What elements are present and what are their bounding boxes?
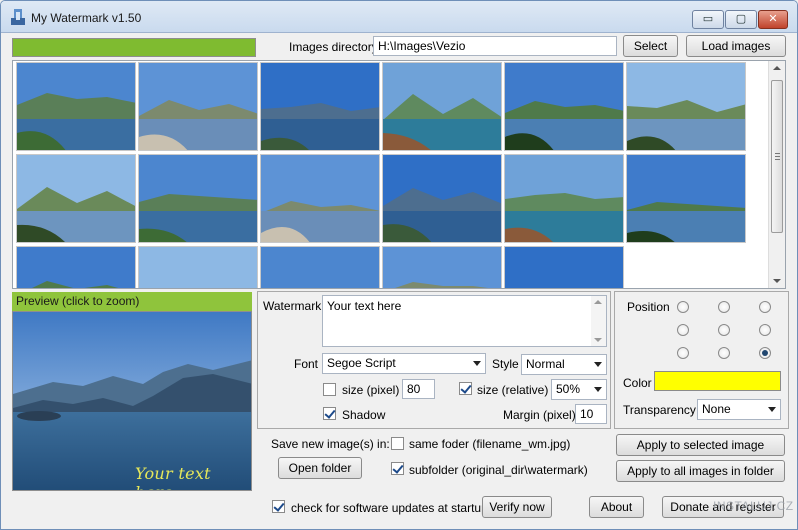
font-select[interactable]: Segoe Script [322, 353, 486, 374]
stone-wall-photo[interactable] [138, 246, 258, 288]
maximize-button[interactable]: ▢ [725, 10, 757, 29]
lake-island-photo[interactable] [16, 154, 136, 243]
size-relative-value: 50% [556, 382, 581, 396]
progress-fill [13, 39, 255, 56]
cypress-lake-photo[interactable] [260, 62, 380, 151]
position-radio-top-center[interactable] [718, 301, 730, 313]
size-pixel-checkbox[interactable] [323, 383, 336, 396]
preview-heading: Preview (click to zoom) [12, 292, 252, 311]
position-radio-middle-right[interactable] [759, 324, 771, 336]
margin-label: Margin (pixel) [503, 408, 576, 422]
scrollbar-thumb[interactable] [771, 80, 783, 233]
scroll-down-icon[interactable] [773, 279, 781, 283]
position-radio-bottom-center[interactable] [718, 347, 730, 359]
updates-checkbox[interactable] [272, 500, 285, 513]
ruin-wall-photo[interactable] [382, 246, 502, 288]
hill-trees-photo[interactable] [260, 154, 380, 243]
site-watermark: INSTALUJ.CZ [713, 499, 794, 513]
watermark-text-input[interactable]: Your text here [322, 295, 607, 347]
style-select-value: Normal [526, 357, 565, 371]
wide-lake-photo[interactable] [626, 154, 746, 243]
transparency-value: None [702, 402, 731, 416]
subfolder-checkbox[interactable] [391, 462, 404, 475]
statue-cypress-photo[interactable] [626, 62, 746, 151]
thumbnail-gallery[interactable] [12, 60, 786, 289]
gate-view-photo[interactable] [382, 154, 502, 243]
load-images-button[interactable]: Load images [686, 35, 786, 57]
select-button[interactable]: Select [623, 35, 678, 57]
size-relative-checkbox[interactable] [459, 382, 472, 395]
apply-all-button[interactable]: Apply to all images in folder [616, 460, 785, 482]
preview-image[interactable]: Your text here [12, 311, 252, 491]
maximize-icon: ▢ [735, 13, 747, 25]
position-radio-top-left[interactable] [677, 301, 689, 313]
minimize-icon: ▭ [702, 13, 714, 25]
position-radio-bottom-left[interactable] [677, 347, 689, 359]
scroll-up-icon[interactable] [594, 300, 602, 304]
position-radio-center[interactable] [718, 324, 730, 336]
about-button[interactable]: About [589, 496, 644, 518]
size-relative-label: size (relative) [477, 383, 549, 397]
position-label: Position [627, 300, 670, 314]
sky-lake-photo[interactable] [260, 246, 380, 288]
size-pixel-input[interactable]: 80 [402, 379, 435, 399]
color-label: Color [623, 376, 652, 390]
grip-line [775, 153, 780, 154]
position-radio-top-right[interactable] [759, 301, 771, 313]
blue-lake-photo[interactable] [504, 246, 624, 288]
app-window: My Watermark v1.50 ▭ ▢ ✕ Images director… [0, 0, 798, 530]
minimize-button[interactable]: ▭ [692, 10, 724, 29]
coast-town-photo[interactable] [504, 154, 624, 243]
castle-wall-photo[interactable] [138, 154, 258, 243]
size-relative-select[interactable]: 50% [551, 379, 607, 400]
subfolder-label: subfolder (original_dir\watermark) [409, 463, 588, 477]
chevron-down-icon [594, 387, 602, 392]
hill-slope-photo[interactable] [16, 246, 136, 288]
lake-bay-photo[interactable] [16, 62, 136, 151]
open-folder-button[interactable]: Open folder [278, 457, 362, 479]
apply-selected-button[interactable]: Apply to selected image [616, 434, 785, 456]
position-radio-middle-left[interactable] [677, 324, 689, 336]
style-select[interactable]: Normal [521, 354, 607, 375]
watermark-label: Watermark [263, 299, 322, 313]
watermark-text-value: Your text here [327, 299, 402, 313]
watermark-text-scrollbar[interactable] [591, 296, 606, 346]
save-label: Save new image(s) in: [271, 437, 390, 451]
shadow-checkbox[interactable] [323, 407, 336, 420]
font-select-value: Segoe Script [327, 356, 396, 370]
position-radio-bottom-right[interactable] [759, 347, 771, 359]
close-button[interactable]: ✕ [758, 10, 788, 29]
same-folder-checkbox[interactable] [391, 437, 404, 450]
window-title: My Watermark v1.50 [31, 11, 142, 25]
shadow-label: Shadow [342, 408, 386, 422]
images-directory-label: Images directory [289, 40, 378, 54]
scroll-down-icon[interactable] [594, 338, 602, 342]
size-pixel-label: size (pixel) [342, 383, 400, 397]
load-progress-bar [12, 38, 256, 57]
transparency-select[interactable]: None [697, 399, 781, 420]
title-bar[interactable]: My Watermark v1.50 ▭ ▢ ✕ [1, 1, 797, 33]
chevron-down-icon [473, 361, 481, 366]
transparency-label: Transparency [623, 403, 696, 417]
watermark-color-swatch[interactable] [654, 371, 781, 391]
chevron-down-icon [594, 362, 602, 367]
preview-watermark-text: Your text here [135, 464, 211, 490]
gallery-scrollbar[interactable] [768, 61, 785, 288]
app-icon [11, 9, 25, 25]
font-label: Font [294, 357, 319, 371]
close-icon: ✕ [768, 13, 778, 25]
same-folder-label: same foder (filename_wm.jpg) [409, 437, 571, 451]
tree-terrace-photo[interactable] [138, 62, 258, 151]
grip-line [775, 156, 780, 157]
mountain-lake-photo[interactable] [504, 62, 624, 151]
updates-label: check for software updates at startup [291, 501, 488, 515]
images-directory-input[interactable]: H:\Images\Vezio [373, 36, 617, 56]
village-shore-photo[interactable] [382, 62, 502, 151]
scroll-up-icon[interactable] [773, 66, 781, 70]
chevron-down-icon [768, 407, 776, 412]
verify-now-button[interactable]: Verify now [482, 496, 552, 518]
grip-line [775, 159, 780, 160]
style-label: Style [492, 357, 519, 371]
margin-input[interactable]: 10 [575, 404, 607, 424]
